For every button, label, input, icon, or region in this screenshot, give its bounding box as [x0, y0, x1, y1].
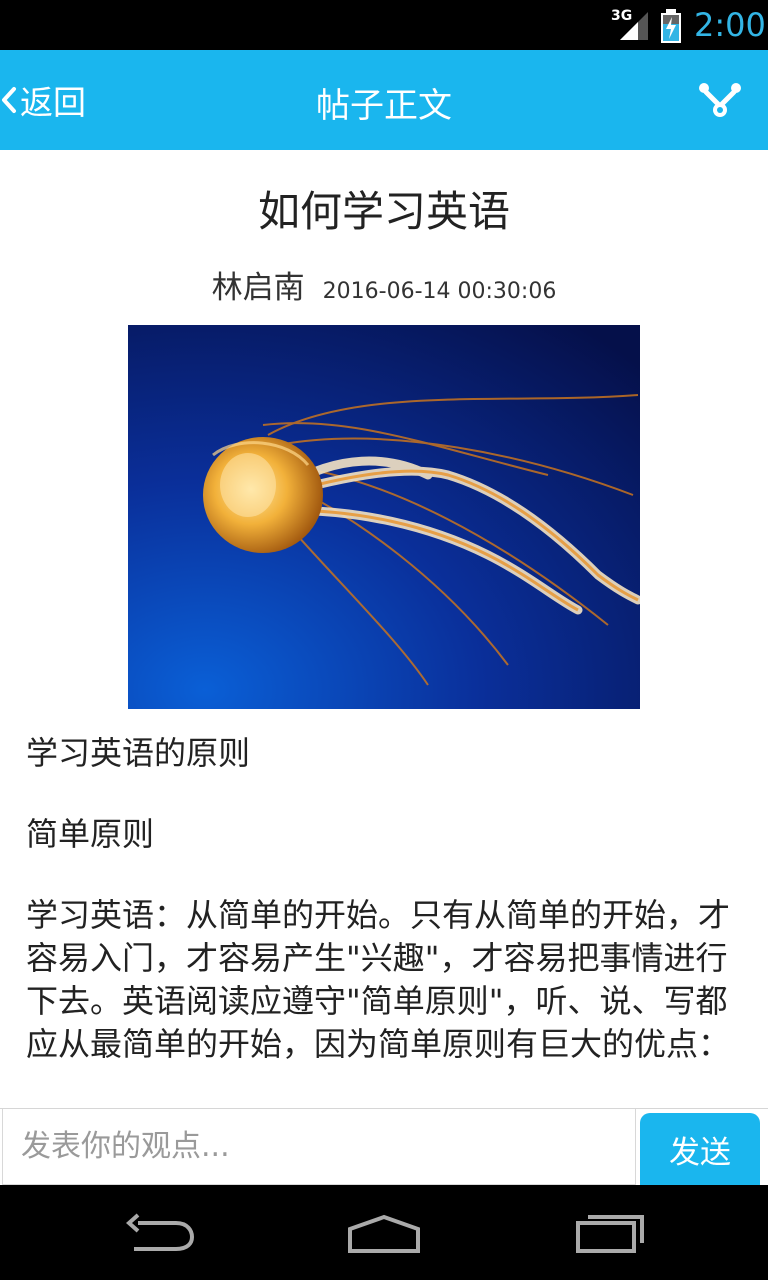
- comment-input[interactable]: [2, 1109, 636, 1185]
- status-clock: 2:00: [694, 6, 766, 44]
- post-timestamp: 2016-06-14 00:30:06: [322, 279, 557, 304]
- back-icon[interactable]: [124, 1207, 196, 1257]
- battery-charging-icon: [661, 9, 681, 43]
- post-body: 学习英语的原则 简单原则 学习英语：从简单的开始。只有从简单的开始，才容易入门，…: [26, 732, 742, 1066]
- page-title: 帖子正文: [316, 86, 452, 126]
- post-paragraph: 学习英语的原则: [26, 734, 251, 772]
- status-bar: 3G 2:00: [0, 0, 768, 50]
- system-nav-bar: [0, 1185, 768, 1280]
- post-paragraph: 简单原则: [26, 815, 155, 853]
- recent-apps-icon[interactable]: [574, 1207, 648, 1257]
- title-bar: 返回 帖子正文: [0, 50, 768, 150]
- share-icon[interactable]: [698, 80, 742, 122]
- post-meta: 林启南 2016-06-14 00:30:06: [0, 262, 768, 307]
- post-content[interactable]: 如何学习英语 林启南 2016-06-14 00:30:06 学习英语的原则 简…: [0, 150, 768, 1108]
- comment-bar: 发送: [0, 1108, 768, 1185]
- jellyfish-photo: [128, 325, 640, 709]
- post-author: 林启南: [211, 270, 305, 306]
- home-icon[interactable]: [346, 1207, 422, 1257]
- signal-icon: [620, 12, 648, 40]
- post-paragraph: 学习英语：从简单的开始。只有从简单的开始，才容易入门，才容易产生"兴趣"，才容易…: [26, 896, 731, 1063]
- post-title: 如何学习英语: [257, 187, 510, 236]
- send-button[interactable]: 发送: [640, 1113, 760, 1185]
